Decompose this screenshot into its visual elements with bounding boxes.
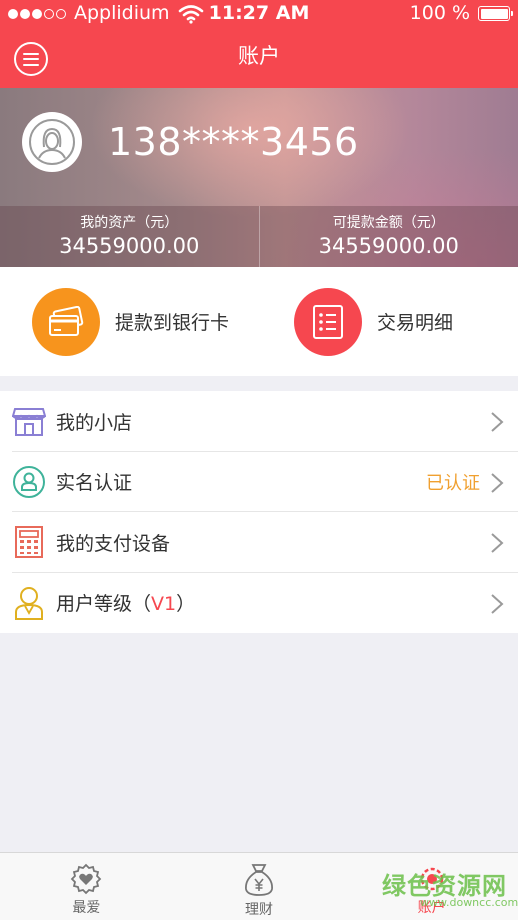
profile-banner: 138****3456 我的资产（元） 34559000.00 可提款金额（元）… xyxy=(0,88,518,267)
list-item-label: 用户等级（V1） xyxy=(56,589,195,616)
list-item-label: 我的小店 xyxy=(56,411,133,434)
user-avatar-icon xyxy=(29,119,75,165)
user-level-value: V1 xyxy=(151,593,177,616)
page-title: 账户 xyxy=(238,44,280,68)
pos-device-icon xyxy=(12,525,46,559)
list-item-label: 我的支付设备 xyxy=(56,532,171,555)
top-bar: Applidium 11:27 AM 100 % 账户 xyxy=(0,0,518,88)
quick-actions: 提款到银行卡 交易明细 xyxy=(0,267,518,376)
avatar[interactable] xyxy=(22,112,82,172)
bank-card-icon xyxy=(32,287,100,356)
balance-stats: 我的资产（元） 34559000.00 可提款金额（元） 34559000.00 xyxy=(0,206,518,267)
withdraw-to-card-button[interactable]: 提款到银行卡 xyxy=(0,267,256,376)
withdrawable-label: 可提款金额（元） xyxy=(332,215,445,231)
list-item-user-level[interactable]: 用户等级（V1） xyxy=(0,573,518,634)
watermark-url: www.downcc.com xyxy=(420,896,518,909)
list-item-payment-devices[interactable]: 我的支付设备 xyxy=(0,512,518,573)
assets-value: 34559000.00 xyxy=(59,234,200,258)
status-right: 100 % xyxy=(409,0,513,27)
chevron-right-icon xyxy=(491,472,504,493)
list-item-label: 实名认证 xyxy=(56,472,133,495)
chevron-right-icon xyxy=(491,533,504,553)
heart-badge-icon xyxy=(71,863,102,895)
account-menu-list: 我的小店 实名认证 已认证 我的支付设备 用户等级（V1） xyxy=(0,391,518,633)
chevron-right-icon xyxy=(491,593,504,614)
nav-bar: 账户 xyxy=(0,27,518,88)
app-root: Applidium 11:27 AM 100 % 账户 138****3456 … xyxy=(0,0,518,920)
id-verify-icon xyxy=(12,465,46,499)
assets-stat: 我的资产（元） 34559000.00 xyxy=(0,206,260,267)
verified-status: 已认证 xyxy=(426,472,480,494)
assets-label: 我的资产（元） xyxy=(80,215,179,231)
battery-icon xyxy=(478,6,513,21)
withdrawable-value: 34559000.00 xyxy=(318,234,459,258)
money-bag-icon xyxy=(245,864,273,896)
phone-number: 138****3456 xyxy=(108,120,359,164)
tab-label: 最爱 xyxy=(72,900,101,916)
list-item-real-name-verify[interactable]: 实名认证 已认证 xyxy=(0,452,518,513)
transaction-label: 交易明细 xyxy=(377,312,454,334)
level-label-suffix: ） xyxy=(176,593,196,616)
transaction-details-button[interactable]: 交易明细 xyxy=(256,267,518,376)
chevron-right-icon xyxy=(491,412,504,432)
shop-icon xyxy=(12,404,46,438)
user-level-icon xyxy=(12,586,46,620)
withdrawable-stat: 可提款金额（元） 34559000.00 xyxy=(260,206,518,267)
transaction-list-icon xyxy=(294,287,362,356)
tab-label: 理财 xyxy=(245,902,273,918)
status-bar: Applidium 11:27 AM 100 % xyxy=(0,0,518,27)
level-label-prefix: 用户等级（ xyxy=(56,593,152,616)
list-item-my-shop[interactable]: 我的小店 xyxy=(0,391,518,452)
withdraw-label: 提款到银行卡 xyxy=(115,312,230,334)
battery-percent: 100 % xyxy=(409,2,470,24)
tab-favorites[interactable]: 最爱 xyxy=(0,853,173,920)
tab-finance[interactable]: 理财 xyxy=(173,853,346,920)
